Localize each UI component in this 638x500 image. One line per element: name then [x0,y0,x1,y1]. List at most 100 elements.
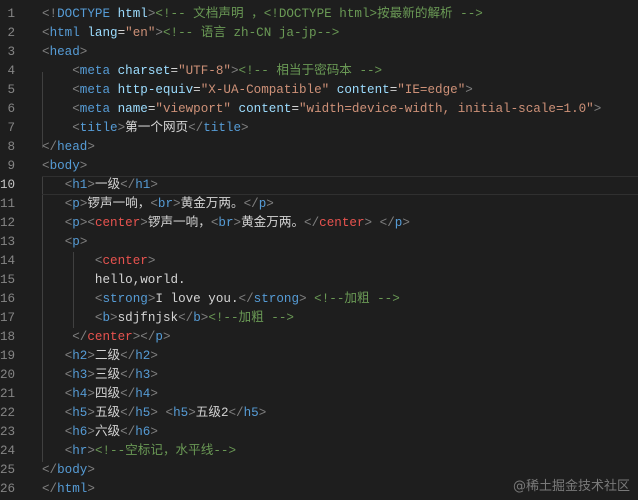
code-token: h6 [135,425,151,439]
watermark: @稀土掘金技术社区 [512,479,630,494]
code-token: DOCTYPE [57,7,111,21]
code-line[interactable]: 15 hello,world. [0,271,638,290]
code-line[interactable]: 2 <html lang="en"><!-- 语言 zh-CN ja-jp--> [0,24,638,43]
code-line[interactable]: 22 <h5>五级</h5> <h5>五级2</h5> [0,404,638,423]
code-token: h2 [135,349,151,363]
code-line[interactable]: 23 <h6>六级</h6> [0,423,638,442]
line-number: 16 [0,292,16,306]
code-token: title [79,121,118,135]
code-token: 五级2 [195,406,229,420]
code-token: "IE=edge" [397,83,466,97]
code-token: sdjfnjsk [117,311,179,325]
line-number: 21 [0,387,16,401]
code-token: head [49,45,80,59]
code-line[interactable]: 9 <body> [0,157,638,176]
line-number: 13 [0,235,16,249]
code-line[interactable]: 12 <p><center>锣声一响，<br>黄金万两。</center> </… [0,214,638,233]
code-token: > [299,292,307,306]
line-number: 24 [0,444,16,458]
code-token: > [87,368,95,382]
code-token: body [49,159,80,173]
line-code: <h2>二级</h2> [42,347,158,366]
code-token: > [79,45,88,59]
code-token: < [72,102,80,116]
line-number: 17 [0,311,16,325]
code-token: meta [79,102,111,116]
line-number: 4 [7,64,15,78]
code-line[interactable]: 7 <title>第一个网页</title> [0,119,638,138]
code-line[interactable]: 19 <h2>二级</h2> [0,347,638,366]
line-code: <center> [42,252,155,271]
line-number: 3 [7,45,15,59]
code-token: < [42,26,50,40]
line-code: <b>sdjfnjsk</b><!--加粗 --> [42,309,294,328]
code-line[interactable]: 10 <h1>一级</h1> [0,176,638,195]
code-token: strong [253,292,300,306]
code-token: > [87,406,95,420]
code-token: </ [42,463,58,477]
code-token: > [110,311,118,325]
code-line[interactable]: 4 <meta charset="UTF-8"><!-- 相当于密码本 --> [0,62,638,81]
code-token: > [150,349,158,363]
code-line[interactable]: 24 <hr><!--空标记，水平线--> [0,442,638,461]
code-token: > [266,197,274,211]
code-line[interactable]: 13 <p> [0,233,638,252]
code-token: name [110,102,148,116]
line-number: 8 [7,140,15,154]
code-token: > [230,64,239,78]
code-token: <! [42,7,58,21]
code-token: > [258,406,267,420]
code-line[interactable]: 6 <meta name="viewport" content="width=d… [0,100,638,119]
code-line[interactable]: 8 </head> [0,138,638,157]
code-token: </ [238,292,254,306]
code-token: body [57,463,88,477]
code-line[interactable]: 20 <h3>三级</h3> [0,366,638,385]
line-code: <meta http-equiv="X-UA-Compatible" conte… [42,81,473,100]
code-line[interactable]: 3 <head> [0,43,638,62]
code-editor[interactable]: 1 <!DOCTYPE html><!-- 文档声明 ，<!DOCTYPE htm… [0,5,638,499]
code-token: http-equiv [110,83,194,97]
line-code: <meta charset="UTF-8"><!-- 相当于密码本 --> [42,62,382,81]
code-token: > [593,102,602,116]
code-token: = [193,83,201,97]
code-line[interactable]: 11 <p>锣声一响，<br>黄金万两。</p> [0,195,638,214]
code-token: h3 [72,368,88,382]
code-line[interactable]: 18 </center></p> [0,328,638,347]
line-code: <h1>一级</h1> [42,176,158,195]
code-line[interactable]: 17 <b>sdjfnjsk</b><!--加粗 --> [0,309,638,328]
code-token: 黄金万两。 [180,197,244,211]
code-line[interactable]: 5 <meta http-equiv="X-UA-Compatible" con… [0,81,638,100]
line-code: </html> [42,480,95,499]
code-token: h5 [135,406,151,420]
code-token: 四级 [94,387,121,401]
code-token: center [102,254,148,268]
code-token: > [87,482,95,496]
code-line[interactable]: 14 <center> [0,252,638,271]
code-line[interactable]: 1 <!DOCTYPE html><!-- 文档声明 ，<!DOCTYPE htm… [0,5,638,24]
line-number: 23 [0,425,16,439]
code-token: >< [79,216,95,230]
code-token: = [170,64,179,78]
line-number: 19 [0,349,16,363]
code-token: h5 [173,406,189,420]
line-code: <p>锣声一响，<br>黄金万两。</p> [42,195,274,214]
line-number: 5 [7,83,15,97]
code-token: </ [188,121,204,135]
code-line[interactable]: 16 <strong>I love you.</strong> <!--加粗 -… [0,290,638,309]
code-token: title [203,121,242,135]
code-line[interactable]: 21 <h4>四级</h4> [0,385,638,404]
code-token: br [157,197,174,211]
code-token: h4 [72,387,88,401]
code-token: head [57,140,88,154]
